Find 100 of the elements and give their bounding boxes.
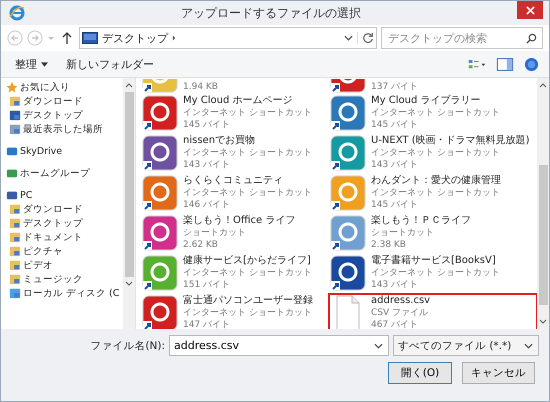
breadcrumb[interactable]: デスクトップ (102, 30, 168, 46)
sidebar-item[interactable]: ビデオ (1, 258, 123, 272)
sidebar-item[interactable]: ダウンロード (1, 94, 123, 108)
file-size: 145 バイト (371, 199, 420, 211)
up-arrow-icon[interactable] (61, 31, 73, 45)
file-size: 137 バイト (371, 81, 418, 93)
sidebar-item[interactable]: ドキュメント (1, 230, 123, 244)
sidebar-item[interactable]: ホームグループ (1, 166, 123, 180)
file-size: 467 バイト (371, 319, 420, 329)
file-item[interactable]: U-NEXT (映画・ドラマ無料見放題) インターネット ショートカット 143 バイト (328, 133, 537, 173)
file-size: 151 バイト (183, 279, 232, 291)
scrollbar[interactable] (537, 78, 549, 329)
file-item[interactable]: 1.94 KB (140, 78, 328, 93)
shortcut-icon (330, 95, 366, 131)
open-button[interactable]: 開く(O) (388, 362, 452, 384)
caret-icon (41, 62, 48, 66)
cancel-button[interactable]: キャンセル (462, 362, 535, 384)
scrollbar[interactable] (123, 78, 135, 329)
file-item[interactable]: address.csv CSV ファイル 467 バイト (328, 293, 537, 329)
sidebar-item[interactable]: お気に入り (1, 80, 123, 94)
shortcut-icon (330, 215, 366, 251)
folder-icon (9, 95, 21, 107)
sidebar-item[interactable]: PC (1, 188, 123, 202)
file-size: 147 バイト (183, 319, 232, 329)
file-type-dropdown[interactable]: すべてのファイル (*.*) (393, 335, 539, 356)
file-type: インターネット ショートカット (371, 187, 501, 199)
dropdown-icon (374, 342, 383, 350)
sidebar-item[interactable]: ダウンロード (1, 202, 123, 216)
chevron-icon[interactable] (172, 34, 177, 42)
file-item[interactable]: nissenでお買物 インターネット ショートカット 143 バイト (140, 133, 328, 173)
file-item[interactable]: 電子書籍サービス[BooksV] インターネット ショートカット 143 バイト (328, 253, 537, 293)
file-item[interactable]: My Cloud ホームページ インターネット ショートカット 145 バイト (140, 93, 328, 133)
help-icon[interactable] (524, 56, 539, 72)
shortcut-icon (330, 255, 366, 291)
file-name: U-NEXT (映画・ドラマ無料見放題) (371, 135, 530, 147)
file-name: わんダント：愛犬の健康管理 (371, 175, 501, 187)
search-input[interactable]: デスクトップの検索 (382, 32, 526, 44)
shortcut-icon (142, 135, 178, 171)
sidebar-item[interactable]: デスクトップ (1, 108, 123, 122)
file-name: 楽しもう！ＰＣライフ (371, 215, 471, 227)
file-item[interactable]: My Cloud ライブラリー インターネット ショートカット 145 バイト (328, 93, 537, 133)
sidebar-item[interactable]: ピクチャ (1, 244, 123, 258)
file-name: 健康サービス[からだライフ] (183, 255, 312, 267)
sidebar-item[interactable]: デスクトップ (1, 216, 123, 230)
browser-icon (9, 5, 25, 21)
folder-icon (9, 203, 21, 215)
dropdown-icon[interactable] (344, 34, 353, 42)
sidebar-item[interactable]: SkyDrive (1, 144, 123, 158)
file-item[interactable]: わんダント：愛犬の健康管理 インターネット ショートカット 145 バイト (328, 173, 537, 213)
scroll-down-icon[interactable] (539, 319, 547, 325)
file-item[interactable]: 富士通パソコンユーザー登録 インターネット ショートカット 147 バイト (140, 293, 328, 329)
sidebar-item[interactable]: 最近表示した場所 (1, 122, 123, 136)
close-button[interactable] (517, 1, 543, 19)
close-icon (526, 6, 534, 14)
folder-icon (9, 259, 21, 271)
file-type: インターネット ショートカット (183, 147, 312, 159)
window-title: アップロードするファイルの選択 (180, 4, 362, 22)
file-item[interactable]: 137 バイト (328, 78, 537, 93)
new-folder-button[interactable]: 新しいフォルダー (62, 54, 158, 74)
file-size: 143 バイト (183, 159, 232, 171)
file-name: My Cloud ライブラリー (371, 95, 482, 107)
file-item[interactable]: 楽しもう！Office ライフ ショートカット 2.62 KB (140, 213, 328, 253)
file-item[interactable]: らくらくコミュニティ インターネット ショートカット 146 バイト (140, 173, 328, 213)
file-type: インターネット ショートカット (371, 267, 500, 279)
folder-icon (9, 217, 21, 229)
file-size: 143 バイト (371, 279, 420, 291)
file-item[interactable]: 健康サービス[からだライフ] インターネット ショートカット 151 バイト (140, 253, 328, 293)
organize-button[interactable]: 整理 (11, 54, 52, 74)
file-size: 1.94 KB (183, 81, 218, 93)
dropdown-icon (524, 342, 533, 350)
file-type: インターネット ショートカット (183, 187, 312, 199)
search-field[interactable]: デスクトップの検索 (381, 27, 543, 49)
shortcut-icon (142, 175, 178, 211)
preview-pane-icon[interactable] (496, 56, 514, 72)
shortcut-icon (142, 255, 178, 291)
filename-input[interactable]: address.csv (170, 339, 374, 352)
file-type: ショートカット (371, 227, 435, 239)
file-size: 145 バイト (183, 119, 232, 131)
star-icon (6, 81, 18, 93)
sidebar-item[interactable]: ローカル ディスク (C (1, 286, 123, 300)
filename-field[interactable]: address.csv (169, 335, 389, 356)
sidebar-item[interactable]: ミュージック (1, 272, 123, 286)
refresh-icon[interactable] (357, 32, 374, 44)
scroll-up-icon[interactable] (539, 82, 547, 88)
file-name: 富士通パソコンユーザー登録 (183, 295, 313, 307)
address-bar[interactable]: デスクトップ (79, 27, 377, 49)
file-name: nissenでお買物 (183, 135, 256, 147)
shortcut-icon (142, 95, 178, 131)
file-item[interactable]: 楽しもう！ＰＣライフ ショートカット 2.38 KB (328, 213, 537, 253)
scroll-up-icon[interactable] (125, 82, 133, 88)
file-name: らくらくコミュニティ (183, 175, 284, 187)
file-type: インターネット ショートカット (183, 267, 312, 279)
file-type: インターネット ショートカット (183, 107, 312, 119)
file-type: インターネット ショートカット (371, 107, 500, 119)
file-name: 電子書籍サービス[BooksV] (371, 255, 497, 267)
file-name: My Cloud ホームページ (183, 95, 294, 107)
file-name: address.csv (371, 295, 430, 307)
file-size: 2.62 KB (183, 239, 219, 251)
scroll-down-icon[interactable] (125, 281, 133, 287)
folder-icon (9, 273, 21, 285)
